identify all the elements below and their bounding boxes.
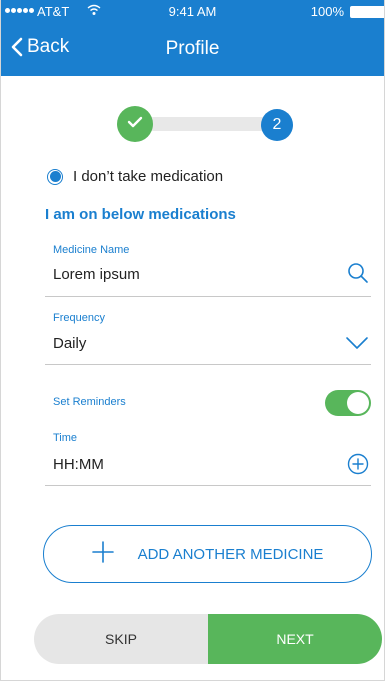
radio-selected-dot — [49, 171, 61, 182]
page-title: Profile — [165, 38, 220, 59]
check-icon — [127, 115, 143, 134]
frequency-select[interactable]: Daily — [53, 335, 86, 352]
time-input[interactable]: HH:MM — [53, 456, 104, 473]
navigation-bar: Back Profile — [1, 24, 384, 76]
add-another-medicine-button[interactable]: ADD ANOTHER MEDICINE — [43, 525, 372, 583]
no-medication-radio[interactable]: I don’t take medication — [47, 168, 223, 185]
chevron-down-icon[interactable] — [345, 336, 369, 355]
medicine-name-input[interactable]: Lorem ipsum — [53, 266, 140, 283]
radio-button[interactable] — [47, 168, 63, 185]
medications-heading: I am on below medications — [45, 206, 236, 223]
medicine-name-label: Medicine Name — [53, 244, 130, 256]
plus-icon — [91, 540, 114, 568]
frequency-field[interactable]: Frequency Daily — [45, 306, 371, 365]
step-1-complete — [117, 106, 153, 142]
next-button[interactable]: NEXT — [208, 614, 382, 664]
status-bar: AT&T 9:41 AM 100% — [1, 0, 384, 24]
set-reminders-toggle[interactable] — [325, 390, 371, 416]
skip-button[interactable]: SKIP — [34, 614, 208, 664]
add-another-medicine-label: ADD ANOTHER MEDICINE — [137, 545, 324, 563]
step-2-current: 2 — [261, 109, 293, 141]
search-icon[interactable] — [347, 262, 369, 289]
battery-icon — [350, 6, 384, 18]
no-medication-label: I don’t take medication — [73, 168, 224, 185]
frequency-label: Frequency — [53, 312, 105, 324]
battery-percentage: 100% — [310, 4, 344, 19]
app-screen: AT&T 9:41 AM 100% Back Profile 2 I don’t… — [0, 0, 385, 681]
toggle-knob — [347, 392, 369, 414]
stepper-track — [147, 117, 273, 131]
set-reminders-label: Set Reminders — [53, 396, 126, 408]
footer-actions: SKIP NEXT — [34, 614, 382, 664]
progress-stepper: 2 — [117, 104, 303, 142]
medicine-name-field[interactable]: Medicine Name Lorem ipsum — [45, 238, 371, 297]
plus-circle-icon[interactable] — [347, 453, 369, 480]
time-field[interactable]: Time HH:MM — [45, 426, 371, 486]
time-label: Time — [53, 432, 78, 444]
